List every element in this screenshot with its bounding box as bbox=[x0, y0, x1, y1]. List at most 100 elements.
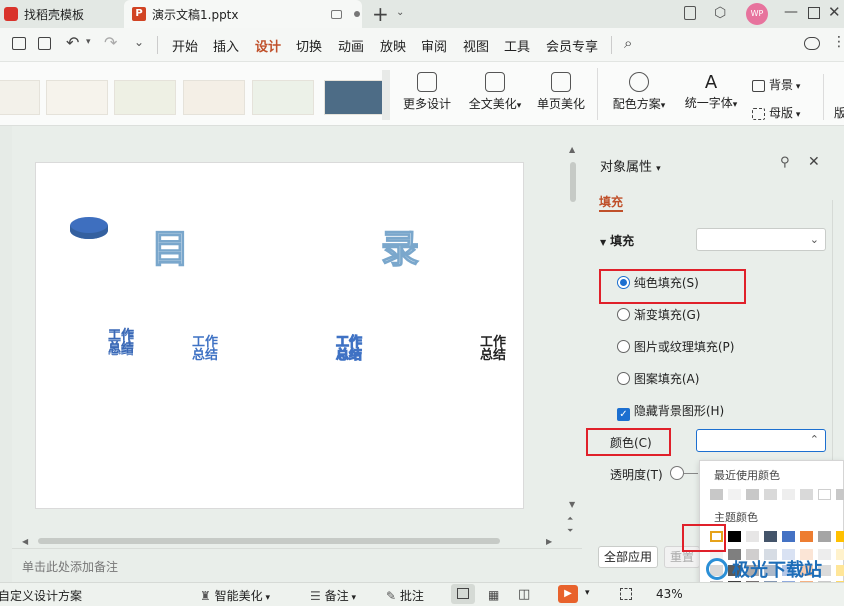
tab-animation[interactable]: 动画 bbox=[338, 36, 364, 55]
color-swatch[interactable] bbox=[764, 489, 777, 500]
print-preview-icon[interactable] bbox=[38, 37, 51, 50]
cloud-icon[interactable] bbox=[804, 37, 820, 50]
tab-home[interactable]: 开始 bbox=[172, 36, 198, 55]
color-swatch[interactable] bbox=[764, 531, 777, 542]
title-char-left[interactable]: 目 bbox=[150, 218, 189, 273]
horizontal-scrollbar[interactable]: ◀ ▶ bbox=[22, 537, 552, 546]
cylinder-shape[interactable] bbox=[70, 217, 108, 239]
undo-chevron-icon[interactable]: ▾ bbox=[86, 37, 91, 47]
apply-all-button[interactable]: 全部应用 bbox=[598, 546, 658, 568]
more-icon[interactable]: ⋮ bbox=[832, 34, 844, 50]
comment-button[interactable]: ✎ 批注 bbox=[386, 587, 424, 604]
fill-type-select[interactable]: ⌄ bbox=[696, 228, 826, 251]
tab-tools[interactable]: 工具 bbox=[504, 36, 530, 55]
tab-slideshow[interactable]: 放映 bbox=[380, 36, 406, 55]
tab-review[interactable]: 审阅 bbox=[421, 36, 447, 55]
normal-view-button[interactable] bbox=[451, 584, 475, 604]
tab-member[interactable]: 会员专享 bbox=[546, 36, 598, 55]
reading-view-icon[interactable]: ◫ bbox=[518, 587, 530, 602]
color-swatch[interactable] bbox=[782, 489, 795, 500]
more-design-button[interactable]: 更多设计 bbox=[400, 72, 454, 122]
tab-presentation[interactable]: P 演示文稿1.pptx bbox=[124, 0, 362, 28]
next-slide-icon[interactable]: ⏷ bbox=[567, 526, 573, 536]
radio-picture-fill[interactable]: 图片或纹理填充(P) bbox=[617, 338, 734, 356]
zoom-level[interactable]: 43% bbox=[656, 587, 683, 601]
fill-section-header[interactable]: ▼ 填充 bbox=[600, 232, 634, 249]
window-mode-icon[interactable] bbox=[330, 9, 342, 19]
play-slideshow-button[interactable]: ▶ bbox=[558, 585, 578, 603]
close-panel-icon[interactable]: ✕ bbox=[808, 154, 820, 170]
notes-toggle-button[interactable]: ☰ 备注 ▾ bbox=[310, 587, 356, 604]
search-icon[interactable]: ⌕ bbox=[624, 34, 632, 52]
toc-item[interactable]: 工作总结 bbox=[332, 336, 366, 363]
chevron-down-icon[interactable]: ⌄ bbox=[396, 7, 404, 18]
custom-design-scheme[interactable]: 自定义设计方案 bbox=[0, 587, 82, 604]
color-swatch[interactable] bbox=[728, 489, 741, 500]
tab-view[interactable]: 视图 bbox=[463, 36, 489, 55]
color-swatch[interactable] bbox=[710, 489, 723, 500]
design-template-thumb[interactable] bbox=[252, 80, 314, 115]
color-swatch[interactable] bbox=[818, 489, 831, 500]
slide-canvas[interactable]: 目 录 工作总结 工作总结 工作总结 工作总结 bbox=[35, 162, 524, 509]
color-swatch[interactable] bbox=[836, 531, 844, 542]
undo-icon[interactable]: ↶ bbox=[66, 33, 79, 52]
layout-icon[interactable] bbox=[684, 6, 696, 20]
smart-beautify-button[interactable]: ♜ 智能美化 ▾ bbox=[200, 587, 270, 604]
toc-item[interactable]: 工作总结 bbox=[104, 329, 138, 355]
tab-design[interactable]: 设计 bbox=[255, 36, 281, 55]
radio-pattern-fill[interactable]: 图案填充(A) bbox=[617, 370, 699, 388]
thumb-scroll[interactable] bbox=[382, 70, 390, 120]
color-swatch[interactable] bbox=[800, 531, 813, 542]
scroll-left-icon[interactable]: ◀ bbox=[22, 537, 28, 546]
transparency-slider-handle[interactable] bbox=[670, 466, 684, 480]
design-template-thumb[interactable] bbox=[183, 80, 245, 115]
horizontal-scroll-thumb[interactable] bbox=[38, 538, 500, 544]
pin-icon[interactable]: ⚲ bbox=[780, 155, 790, 170]
more-chevron-icon[interactable]: ⌄ bbox=[134, 35, 144, 49]
print-icon[interactable] bbox=[12, 37, 26, 50]
tab-template-store[interactable]: 找稻壳模板 bbox=[4, 0, 122, 28]
sorter-view-icon[interactable]: ▦ bbox=[488, 588, 499, 602]
color-swatch[interactable] bbox=[836, 489, 844, 500]
play-options-chevron[interactable]: ▾ bbox=[585, 588, 590, 598]
master-button[interactable]: 母版 ▾ bbox=[752, 104, 800, 121]
avatar[interactable]: WP bbox=[746, 3, 768, 25]
design-template-thumb[interactable] bbox=[46, 80, 108, 115]
new-tab-plus-icon[interactable]: + bbox=[372, 2, 389, 26]
scroll-right-icon[interactable]: ▶ bbox=[546, 537, 552, 546]
redo-icon[interactable]: ↷ bbox=[104, 33, 117, 52]
radio-solid-fill[interactable]: 纯色填充(S) bbox=[617, 274, 699, 292]
hide-background-checkbox[interactable]: ✓ 隐藏背景图形(H) bbox=[617, 402, 724, 421]
unify-font-button[interactable]: A 统一字体▾ bbox=[680, 72, 742, 122]
transparency-slider-track[interactable] bbox=[684, 473, 698, 474]
color-scheme-button[interactable]: 配色方案▾ bbox=[608, 72, 670, 122]
tab-insert[interactable]: 插入 bbox=[213, 36, 239, 55]
close-icon[interactable]: ✕ bbox=[828, 3, 841, 21]
toc-item[interactable]: 工作总结 bbox=[188, 336, 222, 362]
color-swatch[interactable] bbox=[746, 489, 759, 500]
slide-thumbnail-strip[interactable] bbox=[0, 126, 12, 582]
notes-area[interactable]: 单击此处添加备注 bbox=[12, 548, 582, 580]
scroll-down-icon[interactable]: ▼ bbox=[569, 500, 575, 509]
scroll-up-icon[interactable]: ▲ bbox=[569, 145, 575, 154]
single-beautify-button[interactable]: 单页美化 bbox=[534, 72, 588, 122]
design-template-thumb[interactable] bbox=[0, 80, 40, 115]
tab-transition[interactable]: 切换 bbox=[296, 36, 322, 55]
title-char-right[interactable]: 录 bbox=[380, 218, 419, 273]
color-swatch[interactable] bbox=[782, 531, 795, 542]
vertical-scrollbar[interactable] bbox=[570, 162, 576, 202]
radio-gradient-fill[interactable]: 渐变填充(G) bbox=[617, 306, 701, 324]
panel-title[interactable]: 对象属性 ▾ bbox=[600, 156, 661, 175]
maximize-icon[interactable] bbox=[808, 7, 820, 19]
color-swatch[interactable] bbox=[818, 531, 831, 542]
design-template-thumb[interactable] bbox=[114, 80, 176, 115]
color-swatch[interactable] bbox=[728, 531, 741, 542]
cube-icon[interactable]: ⬡ bbox=[714, 5, 726, 21]
full-beautify-button[interactable]: 全文美化▾ bbox=[464, 72, 526, 122]
background-button[interactable]: 背景 ▾ bbox=[752, 76, 800, 93]
color-swatch[interactable] bbox=[800, 489, 813, 500]
toc-item[interactable]: 工作总结 bbox=[476, 336, 510, 362]
prev-slide-icon[interactable]: ⏶ bbox=[567, 514, 573, 524]
color-swatch[interactable] bbox=[746, 531, 759, 542]
fit-window-icon[interactable] bbox=[620, 588, 632, 600]
